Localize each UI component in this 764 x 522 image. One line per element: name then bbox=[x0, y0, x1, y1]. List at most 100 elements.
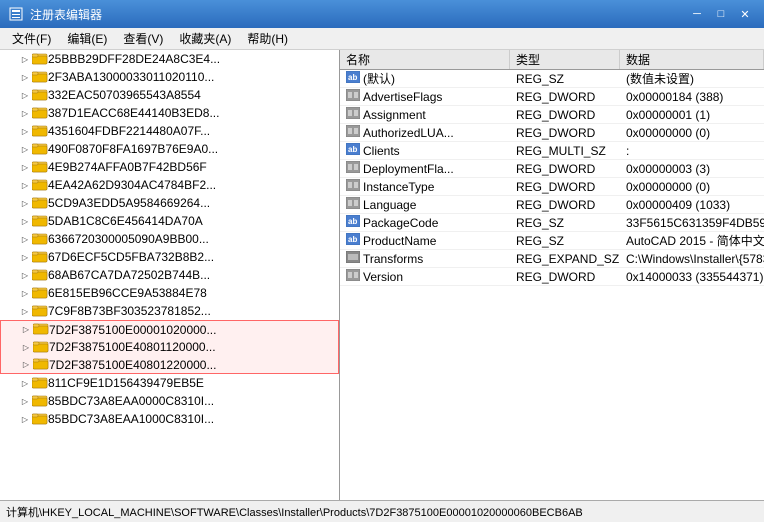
reg-type-icon: ab bbox=[346, 71, 360, 86]
table-row[interactable]: ab ProductNameREG_SZAutoCAD 2015 - 简体中文 … bbox=[340, 232, 764, 250]
tree-item[interactable]: ▷ 4E9B274AFFA0B7F42BD56F bbox=[0, 158, 339, 176]
expand-arrow-icon[interactable]: ▷ bbox=[18, 250, 32, 264]
folder-icon bbox=[32, 105, 48, 122]
expand-arrow-icon[interactable]: ▷ bbox=[18, 52, 32, 66]
expand-arrow-icon[interactable]: ▷ bbox=[19, 358, 33, 372]
expand-arrow-icon[interactable]: ▷ bbox=[19, 340, 33, 354]
cell-data: C:\Windows\Installer\{5783F... bbox=[620, 250, 764, 267]
tree-item[interactable]: ▷ 2F3ABA13000033011020110... bbox=[0, 68, 339, 86]
table-row[interactable]: TransformsREG_EXPAND_SZC:\Windows\Instal… bbox=[340, 250, 764, 268]
status-bar: 计算机\HKEY_LOCAL_MACHINE\SOFTWARE\Classes\… bbox=[0, 500, 764, 522]
menu-item-收藏夹a[interactable]: 收藏夹(A) bbox=[171, 28, 239, 49]
tree-item[interactable]: ▷ 6E815EB96CCE9A53884E78 bbox=[0, 284, 339, 302]
tree-item-label: 7D2F3875100E40801220000... bbox=[49, 358, 216, 372]
tree-item-label: 85BDC73A8EAA1000C8310I... bbox=[48, 412, 214, 426]
expand-arrow-icon[interactable]: ▷ bbox=[19, 323, 33, 337]
tree-item[interactable]: ▷ 811CF9E1D156439479EB5E bbox=[0, 374, 339, 392]
reg-type-icon bbox=[346, 89, 360, 104]
expand-arrow-icon[interactable]: ▷ bbox=[18, 70, 32, 84]
tree-item-label: 2F3ABA13000033011020110... bbox=[48, 70, 214, 84]
reg-value-name: Clients bbox=[363, 144, 400, 158]
folder-icon bbox=[32, 393, 48, 410]
expand-arrow-icon[interactable]: ▷ bbox=[18, 142, 32, 156]
cell-data: 0x00000003 (3) bbox=[620, 160, 764, 177]
tree-item[interactable]: ▷ 7C9F8B73BF303523781852... bbox=[0, 302, 339, 320]
expand-arrow-icon[interactable]: ▷ bbox=[18, 160, 32, 174]
expand-arrow-icon[interactable]: ▷ bbox=[18, 412, 32, 426]
tree-item-label: 387D1EACC68E44140B3ED8... bbox=[48, 106, 219, 120]
table-row[interactable]: ab PackageCodeREG_SZ33F5615C631359F4DB59… bbox=[340, 214, 764, 232]
menu-item-文件f[interactable]: 文件(F) bbox=[4, 28, 59, 49]
reg-value-name: InstanceType bbox=[363, 180, 434, 194]
expand-arrow-icon[interactable]: ▷ bbox=[18, 304, 32, 318]
reg-value-name: Transforms bbox=[363, 252, 423, 266]
table-row[interactable]: VersionREG_DWORD0x14000033 (335544371) bbox=[340, 268, 764, 286]
expand-arrow-icon[interactable]: ▷ bbox=[18, 106, 32, 120]
table-row[interactable]: LanguageREG_DWORD0x00000409 (1033) bbox=[340, 196, 764, 214]
folder-icon bbox=[32, 195, 48, 212]
tree-item[interactable]: ▷ 5DAB1C8C6E456414DA70A bbox=[0, 212, 339, 230]
tree-item[interactable]: ▷ 6366720300005090A9BB00... bbox=[0, 230, 339, 248]
cell-data: 0x00000184 (388) bbox=[620, 88, 764, 105]
tree-item[interactable]: ▷ 7D2F3875100E00001020000... bbox=[0, 320, 339, 338]
reg-value-name: (默认) bbox=[363, 70, 395, 87]
menu-item-编辑e[interactable]: 编辑(E) bbox=[59, 28, 115, 49]
table-row[interactable]: ab ClientsREG_MULTI_SZ: bbox=[340, 142, 764, 160]
expand-arrow-icon[interactable]: ▷ bbox=[18, 124, 32, 138]
reg-value-name: PackageCode bbox=[363, 216, 438, 230]
table-row[interactable]: AdvertiseFlagsREG_DWORD0x00000184 (388) bbox=[340, 88, 764, 106]
minimize-button[interactable]: ─ bbox=[686, 5, 708, 23]
reg-type-icon bbox=[346, 197, 360, 212]
expand-arrow-icon[interactable]: ▷ bbox=[18, 88, 32, 102]
right-panel[interactable]: 名称 类型 数据 ab (默认)REG_SZ(数值未设置) AdvertiseF… bbox=[340, 50, 764, 500]
menu-item-查看v[interactable]: 查看(V) bbox=[115, 28, 171, 49]
table-row[interactable]: DeploymentFla...REG_DWORD0x00000003 (3) bbox=[340, 160, 764, 178]
reg-type-icon bbox=[346, 161, 360, 176]
cell-data: AutoCAD 2015 - 简体中文 (Si bbox=[620, 232, 764, 249]
tree-item[interactable]: ▷ 67D6ECF5CD5FBA732B8B2... bbox=[0, 248, 339, 266]
tree-item-label: 7C9F8B73BF303523781852... bbox=[48, 304, 211, 318]
tree-item[interactable]: ▷ 25BBB29DFF28DE24A8C3E4... bbox=[0, 50, 339, 68]
tree-item[interactable]: ▷ 490F0870F8FA1697B76E9A0... bbox=[0, 140, 339, 158]
table-row[interactable]: AssignmentREG_DWORD0x00000001 (1) bbox=[340, 106, 764, 124]
reg-type-icon: ab bbox=[346, 215, 360, 230]
expand-arrow-icon[interactable]: ▷ bbox=[18, 196, 32, 210]
menu-item-帮助h[interactable]: 帮助(H) bbox=[239, 28, 296, 49]
tree-item[interactable]: ▷ 387D1EACC68E44140B3ED8... bbox=[0, 104, 339, 122]
header-type[interactable]: 类型 bbox=[510, 50, 620, 69]
tree-item[interactable]: ▷ 4351604FDBF2214480A07F... bbox=[0, 122, 339, 140]
expand-arrow-icon[interactable]: ▷ bbox=[18, 214, 32, 228]
tree-item-label: 68AB67CA7DA72502B744B... bbox=[48, 268, 210, 282]
tree-item[interactable]: ▷ 68AB67CA7DA72502B744B... bbox=[0, 266, 339, 284]
tree-item[interactable]: ▷ 4EA42A62D9304AC4784BF2... bbox=[0, 176, 339, 194]
expand-arrow-icon[interactable]: ▷ bbox=[18, 286, 32, 300]
header-name[interactable]: 名称 bbox=[340, 50, 510, 69]
tree-item-label: 85BDC73A8EAA0000C8310I... bbox=[48, 394, 214, 408]
tree-item[interactable]: ▷ 5CD9A3EDD5A9584669264... bbox=[0, 194, 339, 212]
tree-item[interactable]: ▷ 85BDC73A8EAA0000C8310I... bbox=[0, 392, 339, 410]
tree-item-label: 4E9B274AFFA0B7F42BD56F bbox=[48, 160, 207, 174]
tree-item[interactable]: ▷ 85BDC73A8EAA1000C8310I... bbox=[0, 410, 339, 428]
table-row[interactable]: ab (默认)REG_SZ(数值未设置) bbox=[340, 70, 764, 88]
cell-name: Language bbox=[340, 196, 510, 213]
expand-arrow-icon[interactable]: ▷ bbox=[18, 268, 32, 282]
expand-arrow-icon[interactable]: ▷ bbox=[18, 376, 32, 390]
left-panel[interactable]: ▷ 25BBB29DFF28DE24A8C3E4...▷ 2F3ABA13000… bbox=[0, 50, 340, 500]
expand-arrow-icon[interactable]: ▷ bbox=[18, 232, 32, 246]
cell-data: 0x00000000 (0) bbox=[620, 124, 764, 141]
expand-arrow-icon[interactable]: ▷ bbox=[18, 394, 32, 408]
folder-icon bbox=[32, 177, 48, 194]
table-row[interactable]: InstanceTypeREG_DWORD0x00000000 (0) bbox=[340, 178, 764, 196]
folder-icon bbox=[32, 267, 48, 284]
tree-item[interactable]: ▷ 332EAC50703965543A8554 bbox=[0, 86, 339, 104]
tree-item[interactable]: ▷ 7D2F3875100E40801120000... bbox=[0, 338, 339, 356]
expand-arrow-icon[interactable]: ▷ bbox=[18, 178, 32, 192]
maximize-button[interactable]: □ bbox=[710, 5, 732, 23]
table-row[interactable]: AuthorizedLUA...REG_DWORD0x00000000 (0) bbox=[340, 124, 764, 142]
tree-item[interactable]: ▷ 7D2F3875100E40801220000... bbox=[0, 356, 339, 374]
folder-icon bbox=[32, 159, 48, 176]
cell-name: Version bbox=[340, 268, 510, 285]
close-button[interactable]: ✕ bbox=[734, 5, 756, 23]
folder-icon bbox=[32, 231, 48, 248]
header-data[interactable]: 数据 bbox=[620, 50, 764, 69]
